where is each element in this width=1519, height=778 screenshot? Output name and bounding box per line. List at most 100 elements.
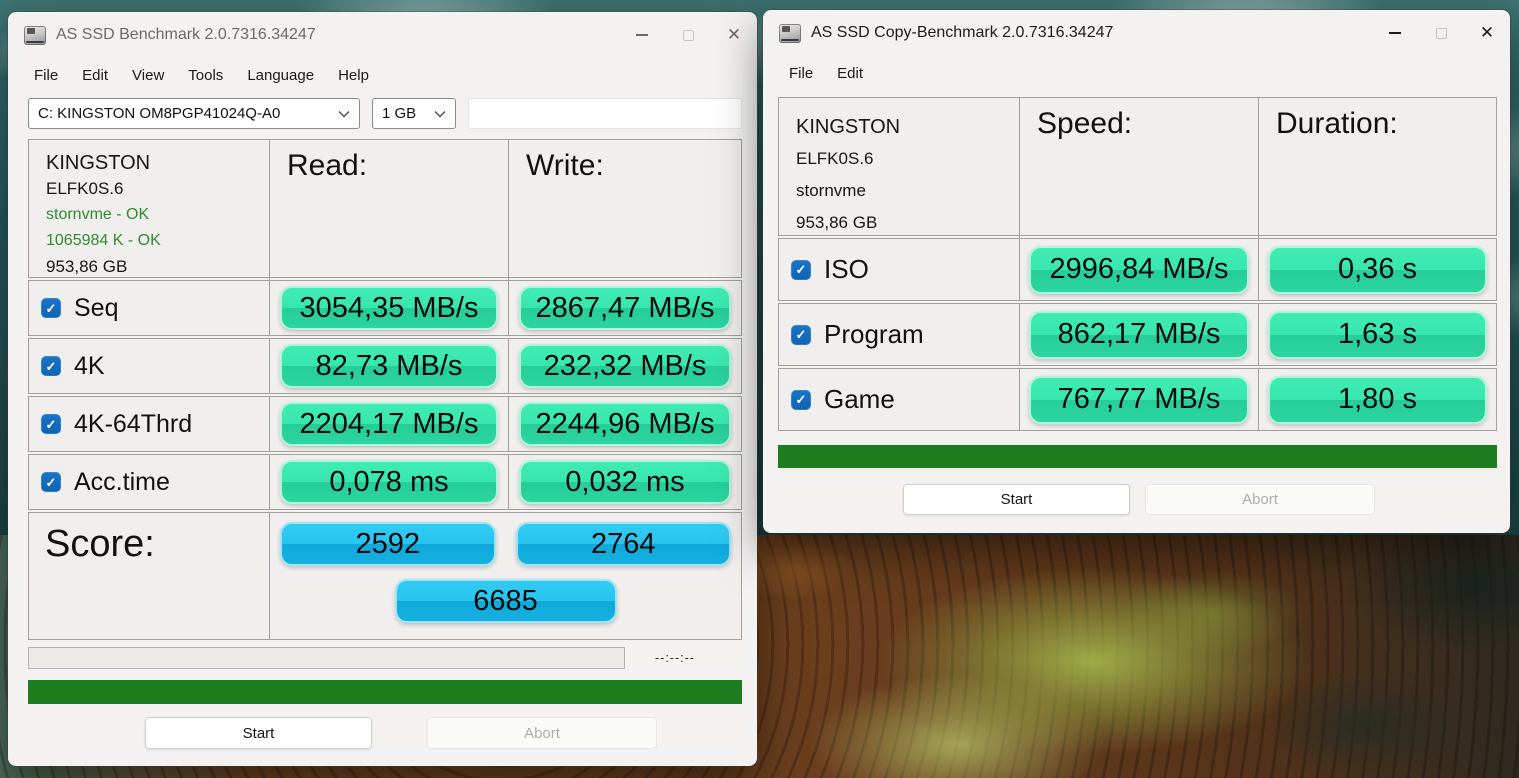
toolbar: C: KINGSTON OM8PGP41024Q-A0 1 GB <box>28 98 742 129</box>
check-icon: ✓ <box>796 263 807 276</box>
row-label: 4K-64Thrd <box>74 410 192 439</box>
menu-item-edit[interactable]: Edit <box>825 60 875 87</box>
4k-checkbox[interactable]: ✓ <box>41 356 61 376</box>
elapsed-time: --:--:-- <box>655 651 695 665</box>
speed-result: 862,17 MB/s <box>1029 311 1249 359</box>
write-result: 2244,96 MB/s <box>519 402 731 446</box>
window-title: AS SSD Copy-Benchmark 2.0.7316.34247 <box>811 24 1113 42</box>
menu-item-view[interactable]: View <box>120 62 176 89</box>
test-size-value: 1 GB <box>382 105 416 122</box>
4k64-checkbox[interactable]: ✓ <box>41 414 61 434</box>
abort-button[interactable]: Abort <box>1145 484 1375 515</box>
check-icon: ✓ <box>796 393 807 406</box>
maximize-button[interactable] <box>1418 10 1464 56</box>
drive-select[interactable]: C: KINGSTON OM8PGP41024Q-A0 <box>28 98 360 129</box>
drive-capacity: 953,86 GB <box>46 254 269 280</box>
chevron-down-icon <box>434 110 446 118</box>
drive-vendor: KINGSTON <box>46 150 269 176</box>
drive-driver: stornvme <box>796 175 1019 207</box>
table-row-acctime: ✓ Acc.time 0,078 ms 0,032 ms <box>28 454 742 510</box>
column-header-read: Read: <box>269 140 508 280</box>
check-icon: ✓ <box>46 476 57 489</box>
row-label: Seq <box>74 294 118 323</box>
start-button[interactable]: Start <box>903 484 1130 515</box>
column-header-duration: Duration: <box>1258 98 1496 239</box>
table-row-4k64: ✓ 4K-64Thrd 2204,17 MB/s 2244,96 MB/s <box>28 396 742 452</box>
score-row: Score: 2592 2764 6685 <box>28 512 742 640</box>
column-header-speed: Speed: <box>1019 98 1258 239</box>
write-result: 2867,47 MB/s <box>519 286 731 330</box>
close-button[interactable]: ✕ <box>1464 10 1510 56</box>
menu-item-file[interactable]: File <box>777 60 825 87</box>
drive-select-value: C: KINGSTON OM8PGP41024Q-A0 <box>38 105 280 122</box>
minimize-button[interactable] <box>1372 10 1418 56</box>
drive-vendor: KINGSTON <box>796 111 1019 143</box>
drive-info: KINGSTON ELFK0S.6 stornvme 953,86 GB <box>779 98 1019 239</box>
menu-item-file[interactable]: File <box>22 62 70 89</box>
button-row: Start Abort <box>763 484 1510 515</box>
row-label: Acc.time <box>74 468 170 497</box>
check-icon: ✓ <box>46 302 57 315</box>
titlebar[interactable]: AS SSD Copy-Benchmark 2.0.7316.34247 ✕ <box>763 10 1510 56</box>
close-button[interactable]: ✕ <box>711 12 757 58</box>
menu-item-tools[interactable]: Tools <box>176 62 235 89</box>
abort-button[interactable]: Abort <box>427 717 657 749</box>
desktop: AS SSD Benchmark 2.0.7316.34247 ✕ File E… <box>0 0 1519 778</box>
row-label: 4K <box>74 352 105 381</box>
table-header-row: KINGSTON ELFK0S.6 stornvme 953,86 GB Spe… <box>778 97 1497 236</box>
maximize-icon <box>683 30 694 41</box>
duration-result: 1,63 s <box>1268 311 1487 359</box>
duration-result: 1,80 s <box>1268 376 1487 424</box>
table-row-program: ✓ Program 862,17 MB/s 1,63 s <box>778 303 1497 366</box>
drive-offset-status: 1065984 K - OK <box>46 228 269 254</box>
check-icon: ✓ <box>796 328 807 341</box>
status-bar <box>778 445 1497 468</box>
results-table: KINGSTON ELFK0S.6 stornvme - OK 1065984 … <box>28 139 742 640</box>
minimize-icon <box>1389 32 1401 34</box>
game-checkbox[interactable]: ✓ <box>791 390 811 410</box>
test-size-select[interactable]: 1 GB <box>372 98 456 129</box>
acctime-checkbox[interactable]: ✓ <box>41 472 61 492</box>
button-row: Start Abort <box>8 717 757 749</box>
close-icon: ✕ <box>1480 23 1494 43</box>
duration-result: 0,36 s <box>1268 246 1487 294</box>
row-label: Program <box>824 319 924 350</box>
program-checkbox[interactable]: ✓ <box>791 325 811 345</box>
drive-info: KINGSTON ELFK0S.6 stornvme - OK 1065984 … <box>29 140 269 280</box>
check-icon: ✓ <box>46 360 57 373</box>
close-icon: ✕ <box>727 25 741 45</box>
read-result: 3054,35 MB/s <box>280 286 498 330</box>
row-label: Game <box>824 384 895 415</box>
iso-checkbox[interactable]: ✓ <box>791 260 811 280</box>
score-values: 2592 2764 6685 <box>269 513 741 639</box>
column-header-write: Write: <box>508 140 741 280</box>
read-result: 82,73 MB/s <box>280 344 498 388</box>
window-controls: ✕ <box>1372 10 1510 56</box>
menubar: File Edit View Tools Language Help <box>8 58 757 92</box>
window-title: AS SSD Benchmark 2.0.7316.34247 <box>56 26 316 44</box>
read-result: 0,078 ms <box>280 460 498 504</box>
empty-field[interactable] <box>468 98 742 129</box>
seq-checkbox[interactable]: ✓ <box>41 298 61 318</box>
maximize-button[interactable] <box>665 12 711 58</box>
score-read: 2592 <box>280 522 496 566</box>
progress-bar <box>28 647 625 669</box>
app-icon <box>24 26 46 45</box>
copy-results-table: KINGSTON ELFK0S.6 stornvme 953,86 GB Spe… <box>778 97 1497 431</box>
drive-driver-status: stornvme - OK <box>46 202 269 228</box>
minimize-icon <box>636 34 648 36</box>
window-controls: ✕ <box>619 12 757 58</box>
start-button[interactable]: Start <box>145 717 372 749</box>
minimize-button[interactable] <box>619 12 665 58</box>
write-result: 0,032 ms <box>519 460 731 504</box>
table-row-seq: ✓ Seq 3054,35 MB/s 2867,47 MB/s <box>28 280 742 336</box>
titlebar[interactable]: AS SSD Benchmark 2.0.7316.34247 ✕ <box>8 12 757 58</box>
score-label: Score: <box>29 513 269 639</box>
app-icon <box>779 24 801 43</box>
score-total: 6685 <box>395 579 617 623</box>
benchmark-window: AS SSD Benchmark 2.0.7316.34247 ✕ File E… <box>8 12 757 766</box>
menu-item-edit[interactable]: Edit <box>70 62 120 89</box>
menu-item-help[interactable]: Help <box>326 62 381 89</box>
read-result: 2204,17 MB/s <box>280 402 498 446</box>
menu-item-language[interactable]: Language <box>235 62 326 89</box>
